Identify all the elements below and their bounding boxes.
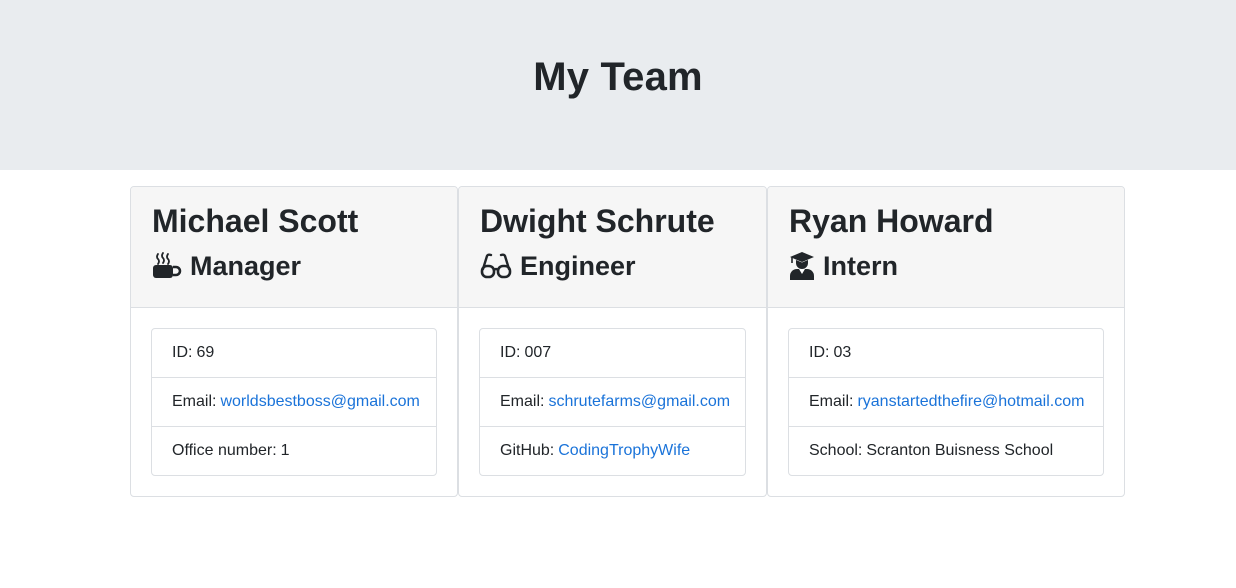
employee-card-intern: Ryan Howard Intern ID: 03 Email: ryansta… (767, 186, 1125, 497)
id-value: 007 (524, 344, 552, 361)
employee-email-row: Email: worldsbestboss@gmail.com (152, 377, 436, 426)
employee-id-row: ID: 69 (152, 329, 436, 377)
employee-card-engineer: Dwight Schrute Engineer ID: 007 Email: s… (458, 186, 767, 497)
github-label: GitHub: (500, 442, 555, 459)
coffee-mug-icon (152, 251, 182, 281)
glasses-icon (480, 251, 512, 281)
github-row: GitHub: CodingTrophyWife (480, 426, 745, 475)
card-body: ID: 69 Email: worldsbestboss@gmail.com O… (131, 308, 457, 476)
office-number-value: 1 (280, 442, 290, 459)
school-label: School: (809, 442, 863, 459)
employee-name: Dwight Schrute (480, 203, 715, 239)
employee-details: ID: 007 Email: schrutefarms@gmail.com Gi… (479, 328, 746, 476)
email-label: Email: (809, 393, 854, 410)
employee-details: ID: 03 Email: ryanstartedthefire@hotmail… (788, 328, 1104, 476)
employee-role: Engineer (480, 249, 746, 283)
employee-email-row: Email: ryanstartedthefire@hotmail.com (789, 377, 1103, 426)
school-row: School: Scranton Buisness School (789, 426, 1103, 475)
employee-details: ID: 69 Email: worldsbestboss@gmail.com O… (151, 328, 437, 476)
employee-id-row: ID: 007 (480, 329, 745, 377)
card-header: Ryan Howard Intern (768, 187, 1124, 308)
graduate-icon (789, 251, 815, 281)
email-link[interactable]: worldsbestboss@gmail.com (220, 393, 419, 411)
id-value: 03 (833, 344, 852, 361)
office-number-row: Office number: 1 (152, 426, 436, 475)
employee-id-row: ID: 03 (789, 329, 1103, 377)
id-value: 69 (196, 344, 215, 361)
card-body: ID: 007 Email: schrutefarms@gmail.com Gi… (459, 308, 766, 476)
role-label: Intern (823, 251, 899, 281)
email-label: Email: (172, 393, 217, 410)
id-label: ID: (500, 344, 521, 361)
id-label: ID: (809, 344, 830, 361)
team-cards: Michael Scott Manager ID: 69 Email: worl… (130, 186, 1125, 497)
office-number-label: Office number: (172, 442, 277, 459)
email-link[interactable]: ryanstartedthefire@hotmail.com (857, 393, 1084, 411)
github-link[interactable]: CodingTrophyWife (558, 442, 690, 460)
email-link[interactable]: schrutefarms@gmail.com (548, 393, 730, 411)
employee-name: Ryan Howard (789, 203, 994, 239)
email-label: Email: (500, 393, 545, 410)
page-header: My Team (0, 0, 1236, 170)
page-title: My Team (533, 54, 703, 99)
employee-role: Intern (789, 249, 1104, 283)
school-value: Scranton Buisness School (866, 442, 1054, 459)
card-body: ID: 03 Email: ryanstartedthefire@hotmail… (768, 308, 1124, 476)
id-label: ID: (172, 344, 193, 361)
employee-role: Manager (152, 249, 437, 283)
role-label: Engineer (520, 251, 636, 281)
employee-card-manager: Michael Scott Manager ID: 69 Email: worl… (130, 186, 458, 497)
card-header: Dwight Schrute Engineer (459, 187, 766, 308)
role-label: Manager (190, 251, 302, 281)
employee-name: Michael Scott (152, 203, 359, 239)
card-header: Michael Scott Manager (131, 187, 457, 308)
employee-email-row: Email: schrutefarms@gmail.com (480, 377, 745, 426)
